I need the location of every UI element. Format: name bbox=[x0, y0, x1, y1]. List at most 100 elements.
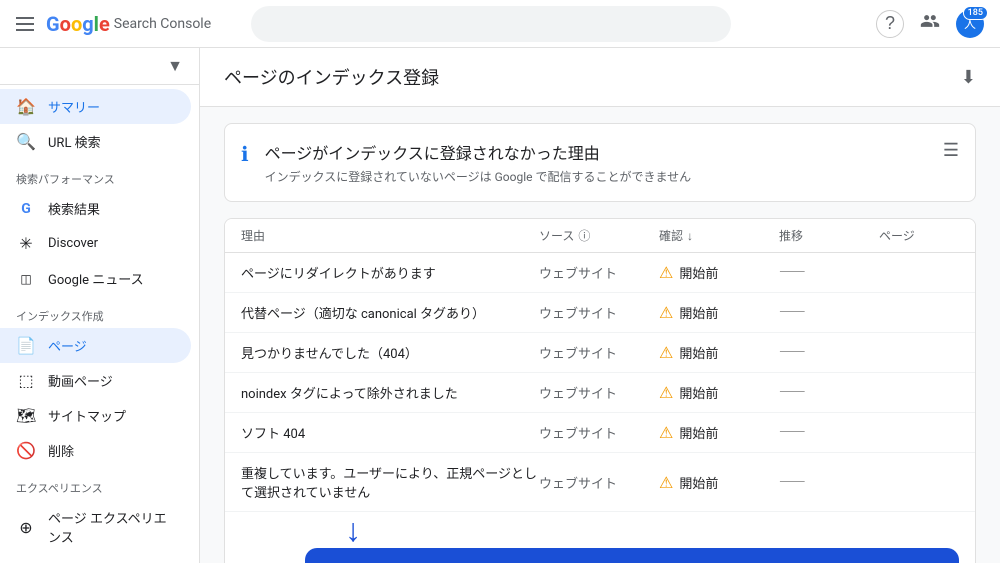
warning-icon: ⚠ bbox=[659, 383, 673, 402]
balloon-container: ↓ ここをクリックするとクロール済みだが、インデックスに登録されていないページが… bbox=[225, 512, 975, 563]
cell-source: ウェブサイト bbox=[539, 423, 659, 442]
content-area: ℹ ページがインデックスに登録されなかった理由 インデックスに登録されていないペ… bbox=[200, 107, 1000, 563]
sidebar-item-url-inspection[interactable]: 🔍 URL 検索 bbox=[0, 124, 191, 159]
cell-status: ⚠ 開始前 bbox=[659, 303, 779, 322]
warning-icon: ⚠ bbox=[659, 343, 673, 362]
table-header: 理由 ソース ⓘ 確認 ↓ 推移 ページ bbox=[225, 219, 975, 253]
col-trend: 推移 bbox=[779, 227, 879, 244]
cell-source: ウェブサイト bbox=[539, 383, 659, 402]
sitemap-icon: 🗺 bbox=[16, 406, 36, 425]
warning-icon: ⚠ bbox=[659, 303, 673, 322]
info-circle-icon: ⓘ bbox=[578, 227, 590, 244]
app-body: ▼ 🏠 サマリー 🔍 URL 検索 検索パフォーマンス G 検索結果 ✳ Dis… bbox=[0, 48, 1000, 563]
topbar: Google Search Console ? 人 185 bbox=[0, 0, 1000, 48]
experience-icon: ⊕ bbox=[16, 518, 36, 537]
sidebar-item-summary[interactable]: 🏠 サマリー bbox=[0, 89, 191, 124]
filter-button[interactable]: ☰ bbox=[943, 140, 959, 161]
cell-reason: ソフト 404 bbox=[241, 423, 539, 442]
search-icon: 🔍 bbox=[16, 132, 36, 151]
page-icon: 📄 bbox=[16, 336, 36, 355]
section-search-performance: 検索パフォーマンス bbox=[0, 159, 199, 191]
property-selector[interactable]: ▼ bbox=[0, 48, 199, 85]
col-reason: 理由 bbox=[241, 227, 539, 244]
search-bar[interactable] bbox=[251, 6, 731, 42]
warning-icon: ⚠ bbox=[659, 423, 673, 442]
google-logo: Google Search Console bbox=[46, 12, 211, 36]
cell-trend: ——— bbox=[779, 475, 879, 490]
data-table: 理由 ソース ⓘ 確認 ↓ 推移 ページ bbox=[224, 218, 976, 563]
cell-status: ⚠ 開始前 bbox=[659, 423, 779, 442]
sort-desc-icon: ↓ bbox=[687, 229, 693, 243]
col-page: ページ bbox=[879, 227, 959, 244]
cell-trend: ——— bbox=[779, 345, 879, 360]
table-row[interactable]: 重複しています。ユーザーにより、正規ページとして選択されていません ウェブサイト… bbox=[225, 453, 975, 512]
page-title: ページのインデックス登録 bbox=[224, 64, 439, 90]
table-row[interactable]: ソフト 404 ウェブサイト ⚠ 開始前 ——— bbox=[225, 413, 975, 453]
info-icon: ℹ bbox=[241, 142, 249, 166]
video-icon: ⬚ bbox=[16, 371, 36, 390]
google-g-icon: G bbox=[16, 201, 36, 217]
download-button[interactable]: ⬇ bbox=[961, 67, 976, 88]
account-button[interactable] bbox=[920, 11, 940, 36]
balloon-text: ここをクリックするとクロール済みだが、インデックスに登録されていないページがわか… bbox=[305, 548, 959, 563]
cell-status: ⚠ 開始前 bbox=[659, 343, 779, 362]
table-row[interactable]: 見つかりませんでした（404） ウェブサイト ⚠ 開始前 ——— bbox=[225, 333, 975, 373]
cell-reason: ページにリダイレクトがあります bbox=[241, 263, 539, 282]
main-content: ページのインデックス登録 ⬇ ℹ ページがインデックスに登録されなかった理由 イ… bbox=[200, 48, 1000, 563]
info-text: ページがインデックスに登録されなかった理由 インデックスに登録されていないページ… bbox=[265, 140, 692, 185]
main-header: ページのインデックス登録 ⬇ bbox=[200, 48, 1000, 107]
user-avatar[interactable]: 人 185 bbox=[956, 10, 984, 38]
help-button[interactable]: ? bbox=[876, 10, 904, 38]
home-icon: 🏠 bbox=[16, 97, 36, 116]
cell-trend: ——— bbox=[779, 265, 879, 280]
app-title: Search Console bbox=[114, 16, 211, 32]
property-dropdown-icon: ▼ bbox=[167, 56, 183, 76]
warning-icon: ⚠ bbox=[659, 263, 673, 282]
cell-source: ウェブサイト bbox=[539, 303, 659, 322]
info-box: ℹ ページがインデックスに登録されなかった理由 インデックスに登録されていないペ… bbox=[224, 123, 976, 202]
news-icon: ◫ bbox=[16, 272, 36, 286]
sidebar-item-search-results[interactable]: G 検索結果 bbox=[0, 191, 191, 226]
sidebar-item-sitemap[interactable]: 🗺 サイトマップ bbox=[0, 398, 191, 433]
cell-source: ウェブサイト bbox=[539, 473, 659, 492]
section-index: インデックス作成 bbox=[0, 296, 199, 328]
arrow-down-icon: ↓ bbox=[345, 514, 361, 546]
cell-status: ⚠ 開始前 bbox=[659, 383, 779, 402]
topbar-left: Google Search Console bbox=[16, 12, 211, 36]
removal-icon: 🚫 bbox=[16, 441, 36, 460]
section-experience: エクスペリエンス bbox=[0, 468, 199, 500]
cell-source: ウェブサイト bbox=[539, 263, 659, 282]
cell-trend: ——— bbox=[779, 305, 879, 320]
cell-status: ⚠ 開始前 bbox=[659, 263, 779, 282]
warning-icon: ⚠ bbox=[659, 473, 673, 492]
col-source: ソース ⓘ bbox=[539, 227, 659, 244]
table-row[interactable]: ページにリダイレクトがあります ウェブサイト ⚠ 開始前 ——— bbox=[225, 253, 975, 293]
cell-reason: noindex タグによって除外されました bbox=[241, 383, 539, 402]
sidebar-item-web-vitals[interactable]: ◈ ウェブに関する主な指標 bbox=[0, 554, 191, 563]
cell-reason: 代替ページ（適切な canonical タグあり） bbox=[241, 303, 539, 322]
balloon-wrapper: ↓ ここをクリックするとクロール済みだが、インデックスに登録されていないページが… bbox=[305, 516, 959, 563]
notification-badge: 185 bbox=[963, 6, 988, 20]
cell-trend: ——— bbox=[779, 385, 879, 400]
cell-status: ⚠ 開始前 bbox=[659, 473, 779, 492]
cell-source: ウェブサイト bbox=[539, 343, 659, 362]
cell-reason: 重複しています。ユーザーにより、正規ページとして選択されていません bbox=[241, 463, 539, 501]
sidebar-item-page-experience[interactable]: ⊕ ページ エクスペリエンス bbox=[0, 500, 191, 554]
sidebar-item-discover[interactable]: ✳ Discover bbox=[0, 226, 191, 261]
cell-reason: 見つかりませんでした（404） bbox=[241, 343, 539, 362]
discover-icon: ✳ bbox=[16, 234, 36, 253]
sidebar-item-removal[interactable]: 🚫 削除 bbox=[0, 433, 191, 468]
col-confirm[interactable]: 確認 ↓ bbox=[659, 227, 779, 244]
info-title: ページがインデックスに登録されなかった理由 bbox=[265, 140, 692, 164]
sidebar-item-page[interactable]: 📄 ページ bbox=[0, 328, 191, 363]
sidebar-item-google-news[interactable]: ◫ Google ニュース bbox=[0, 261, 191, 296]
table-row[interactable]: 代替ページ（適切な canonical タグあり） ウェブサイト ⚠ 開始前 —… bbox=[225, 293, 975, 333]
topbar-actions: ? 人 185 bbox=[876, 10, 984, 38]
balloon-area: ↓ ここをクリックするとクロール済みだが、インデックスに登録されていないページが… bbox=[225, 512, 975, 563]
table-row[interactable]: noindex タグによって除外されました ウェブサイト ⚠ 開始前 ——— bbox=[225, 373, 975, 413]
balloon-speech: ここをクリックするとクロール済みだが、インデックスに登録されていないページがわか… bbox=[305, 548, 959, 563]
info-desc: インデックスに登録されていないページは Google で配信することができません bbox=[265, 168, 692, 185]
hamburger-button[interactable] bbox=[16, 17, 34, 31]
cell-trend: ——— bbox=[779, 425, 879, 440]
sidebar-item-video[interactable]: ⬚ 動画ページ bbox=[0, 363, 191, 398]
